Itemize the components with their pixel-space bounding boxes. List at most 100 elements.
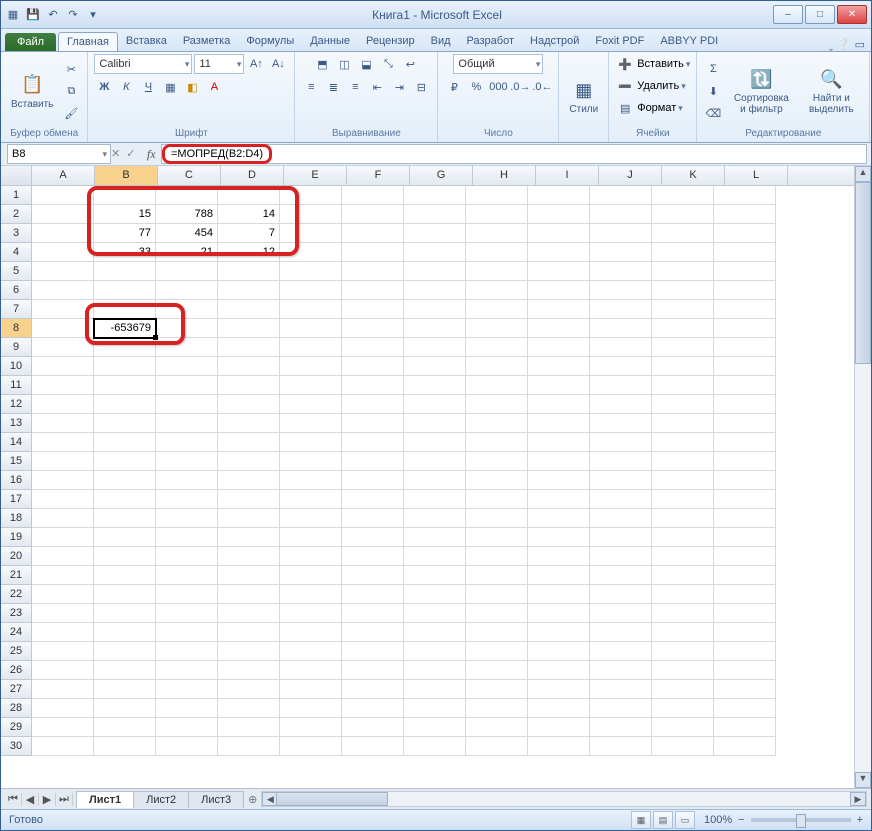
cell-G26[interactable] [404,661,466,680]
cell-K26[interactable] [652,661,714,680]
orientation-icon[interactable]: ⤡ [378,54,398,74]
cell-K30[interactable] [652,737,714,756]
sheet-tab-Лист2[interactable]: Лист2 [133,791,189,808]
scroll-right-icon[interactable]: ▶ [850,792,866,806]
cell-J30[interactable] [590,737,652,756]
cell-D26[interactable] [218,661,280,680]
row-header-11[interactable]: 11 [1,376,32,395]
cell-E21[interactable] [280,566,342,585]
cell-C1[interactable] [156,186,218,205]
cell-D12[interactable] [218,395,280,414]
cell-F6[interactable] [342,281,404,300]
cell-K25[interactable] [652,642,714,661]
cell-E19[interactable] [280,528,342,547]
cell-F18[interactable] [342,509,404,528]
decrease-indent-icon[interactable]: ⇤ [367,77,387,97]
cell-H25[interactable] [466,642,528,661]
prev-sheet-icon[interactable]: ◀ [22,793,39,806]
cell-J24[interactable] [590,623,652,642]
row-header-26[interactable]: 26 [1,661,32,680]
cell-L22[interactable] [714,585,776,604]
fx-button[interactable]: fx [141,147,161,162]
cell-A14[interactable] [32,433,94,452]
cell-D9[interactable] [218,338,280,357]
cell-I9[interactable] [528,338,590,357]
cell-D25[interactable] [218,642,280,661]
cell-E11[interactable] [280,376,342,395]
cell-F11[interactable] [342,376,404,395]
row-header-17[interactable]: 17 [1,490,32,509]
rows-area[interactable]: 121578814377454743321125678-653679910111… [1,186,854,788]
cell-H5[interactable] [466,262,528,281]
cell-E1[interactable] [280,186,342,205]
cell-G11[interactable] [404,376,466,395]
cell-H22[interactable] [466,585,528,604]
cell-E10[interactable] [280,357,342,376]
horizontal-scrollbar[interactable]: ◀ ▶ [261,791,867,807]
cell-A18[interactable] [32,509,94,528]
font-name-combo[interactable]: Calibri [94,54,192,74]
cell-E17[interactable] [280,490,342,509]
cell-F1[interactable] [342,186,404,205]
cell-G8[interactable] [404,319,466,338]
cell-H17[interactable] [466,490,528,509]
cell-A24[interactable] [32,623,94,642]
qat-dropdown-icon[interactable]: ▾ [85,7,101,23]
cell-E26[interactable] [280,661,342,680]
row-header-23[interactable]: 23 [1,604,32,623]
cell-E20[interactable] [280,547,342,566]
cell-K12[interactable] [652,395,714,414]
cell-C19[interactable] [156,528,218,547]
cell-F17[interactable] [342,490,404,509]
hscroll-thumb[interactable] [276,792,388,806]
cell-K18[interactable] [652,509,714,528]
cell-J28[interactable] [590,699,652,718]
row-header-5[interactable]: 5 [1,262,32,281]
cell-H19[interactable] [466,528,528,547]
row-header-28[interactable]: 28 [1,699,32,718]
cell-L25[interactable] [714,642,776,661]
cell-C24[interactable] [156,623,218,642]
currency-icon[interactable]: ₽ [444,77,464,97]
cell-L18[interactable] [714,509,776,528]
cell-A29[interactable] [32,718,94,737]
cell-C8[interactable] [156,319,218,338]
cell-E15[interactable] [280,452,342,471]
cell-G3[interactable] [404,224,466,243]
cell-B23[interactable] [94,604,156,623]
column-header-J[interactable]: J [599,166,662,185]
sheet-tab-Лист3[interactable]: Лист3 [188,791,244,808]
row-header-15[interactable]: 15 [1,452,32,471]
row-header-7[interactable]: 7 [1,300,32,319]
row-header-13[interactable]: 13 [1,414,32,433]
cell-D13[interactable] [218,414,280,433]
tab-abbyy pdi[interactable]: ABBYY PDI [652,32,726,51]
cell-B15[interactable] [94,452,156,471]
cell-F14[interactable] [342,433,404,452]
cell-F25[interactable] [342,642,404,661]
row-header-6[interactable]: 6 [1,281,32,300]
cell-H28[interactable] [466,699,528,718]
cell-D3[interactable]: 7 [218,224,280,243]
row-header-18[interactable]: 18 [1,509,32,528]
cell-K6[interactable] [652,281,714,300]
undo-icon[interactable]: ↶ [45,7,61,23]
cell-L15[interactable] [714,452,776,471]
cell-I16[interactable] [528,471,590,490]
cell-A10[interactable] [32,357,94,376]
zoom-out-icon[interactable]: − [738,814,744,826]
cell-H4[interactable] [466,243,528,262]
cell-A15[interactable] [32,452,94,471]
cell-A5[interactable] [32,262,94,281]
cell-B26[interactable] [94,661,156,680]
cell-L8[interactable] [714,319,776,338]
align-center-icon[interactable]: ≣ [323,77,343,97]
cell-A11[interactable] [32,376,94,395]
cell-A12[interactable] [32,395,94,414]
name-box[interactable]: B8 [7,144,111,164]
row-header-29[interactable]: 29 [1,718,32,737]
column-headers[interactable]: ABCDEFGHIJKL [1,166,854,186]
cell-H6[interactable] [466,281,528,300]
last-sheet-icon[interactable]: ⏭ [56,793,73,806]
cell-D6[interactable] [218,281,280,300]
